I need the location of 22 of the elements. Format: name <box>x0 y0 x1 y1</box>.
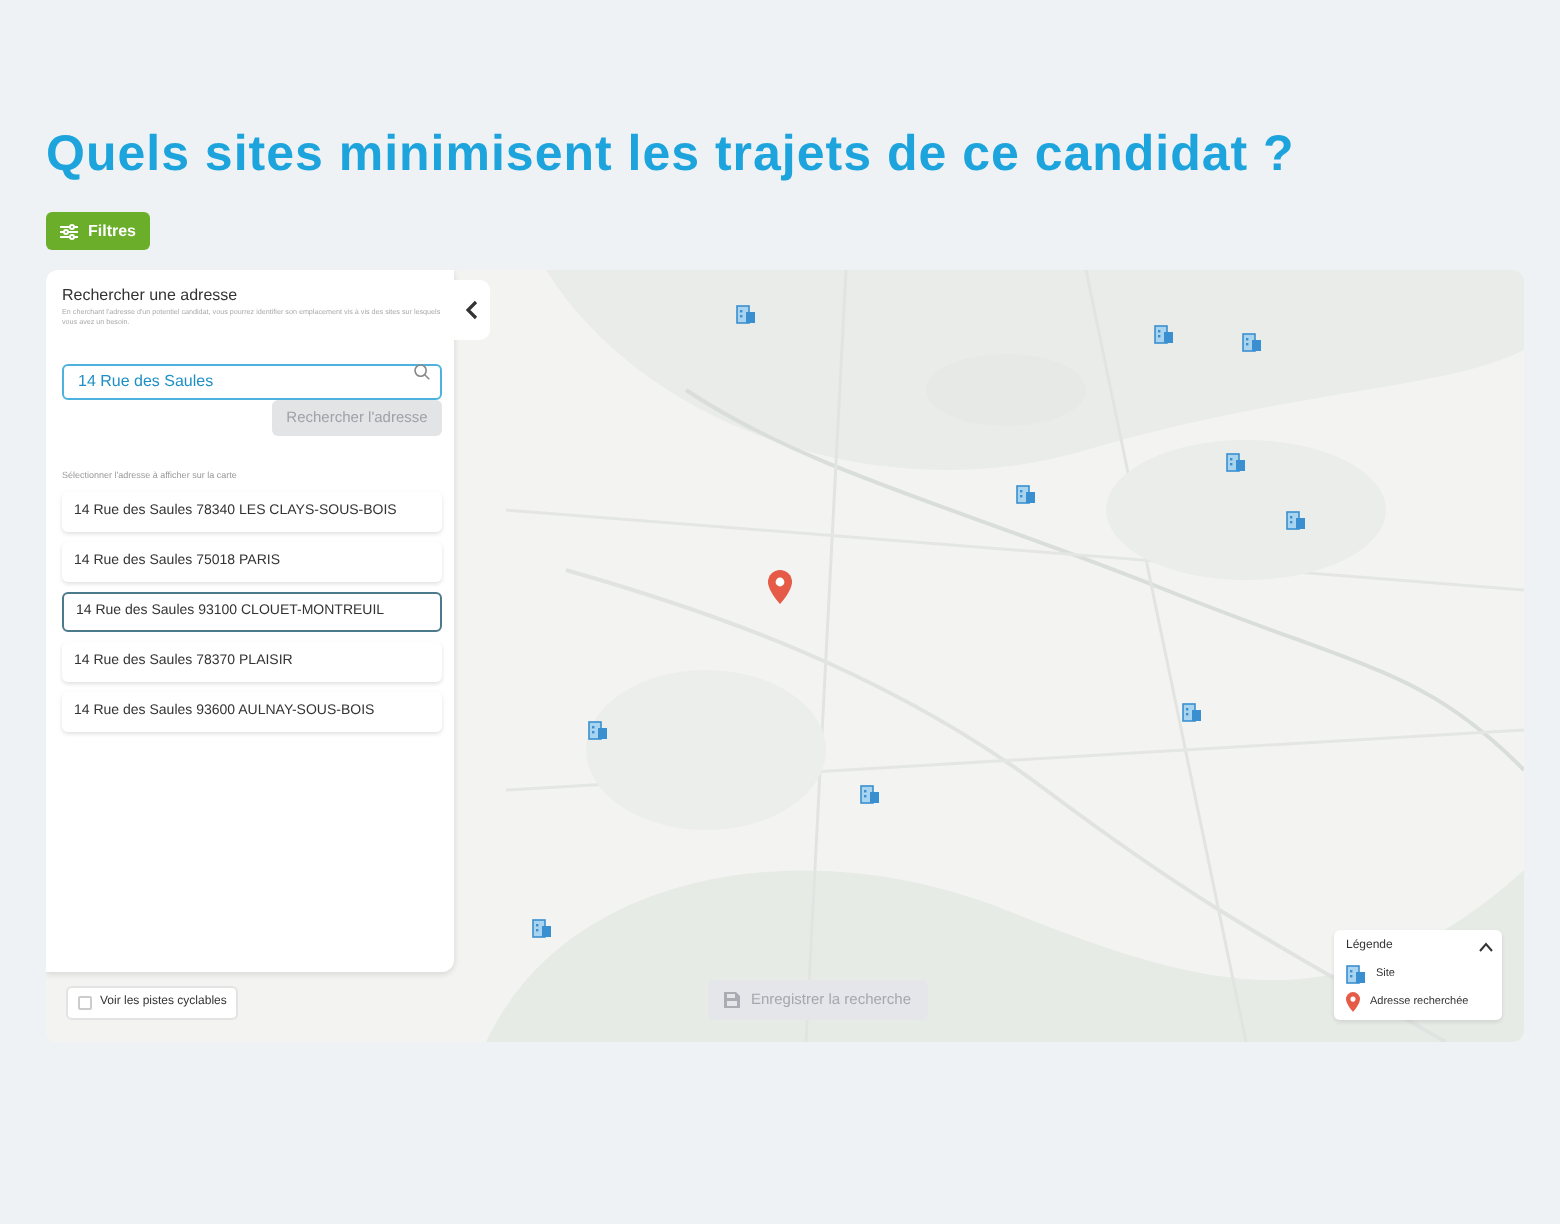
building-icon <box>1154 324 1174 344</box>
collapse-tab[interactable] <box>454 280 490 340</box>
chevron-up-icon[interactable] <box>1478 942 1494 952</box>
building-icon <box>1226 452 1246 472</box>
building-icon <box>860 784 880 804</box>
map-pin-icon <box>768 570 792 604</box>
building-icon <box>1182 702 1202 722</box>
building-icon <box>532 918 552 938</box>
building-icon <box>1286 510 1306 530</box>
checkbox[interactable] <box>78 996 92 1010</box>
page-heading: Quels sites minimisent les trajets de ce candidat ? <box>46 124 1295 186</box>
search-icon <box>414 364 430 380</box>
building-icon <box>1242 332 1262 352</box>
building-icon <box>736 304 756 324</box>
sliders-icon <box>60 223 78 239</box>
map-pin-icon <box>1346 992 1360 1012</box>
building-icon <box>588 720 608 740</box>
building-icon <box>1346 964 1366 984</box>
panel-title: Rechercher une adresse <box>62 286 240 306</box>
address-search-field[interactable]: 14 Rue des Saules <box>62 363 442 399</box>
building-icon <box>1016 484 1036 504</box>
chevron-left-icon <box>466 300 478 320</box>
